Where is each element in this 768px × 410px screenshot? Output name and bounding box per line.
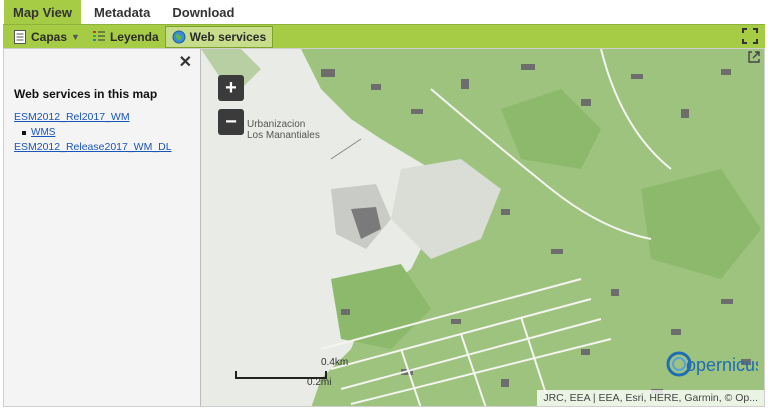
layers-icon — [13, 29, 27, 44]
copernicus-logo-text: opernicus — [686, 355, 758, 375]
main-tabs: Map View Metadata Download — [0, 0, 768, 24]
service-link-release2017-wm-dl[interactable]: ESM2012_Release2017_WM_DL — [14, 141, 172, 153]
web-services-panel: ✕ Web services in this map ESM2012_Rel20… — [3, 48, 201, 407]
attribution-text[interactable]: JRC, EEA | EEA, Esri, HERE, Garmin, © Op… — [543, 392, 758, 404]
list-item: WMS — [22, 127, 55, 138]
wms-link[interactable]: WMS — [31, 127, 55, 138]
zoom-in-button[interactable]: + — [218, 75, 244, 101]
layers-button[interactable]: Capas ▼ — [7, 26, 86, 48]
fullscreen-icon[interactable] — [741, 27, 759, 45]
chevron-down-icon: ▼ — [71, 31, 80, 42]
panel-title: Web services in this map — [14, 87, 158, 101]
tab-download[interactable]: Download — [163, 0, 243, 24]
copernicus-logo: opernicus — [666, 347, 764, 381]
map-toolbar: Capas ▼ Leyenda Web services — [3, 24, 765, 48]
close-icon[interactable]: ✕ — [179, 52, 192, 72]
globe-icon — [172, 30, 186, 44]
bullet-icon — [22, 130, 26, 135]
place-label: Urbanizacion Los Manantiales — [247, 119, 320, 141]
popout-icon[interactable] — [748, 51, 760, 63]
place-label-line1: Urbanizacion — [247, 119, 306, 130]
legend-button[interactable]: Leyenda — [86, 26, 165, 48]
copernicus-logo-mark: opernicus — [666, 351, 764, 377]
tab-metadata[interactable]: Metadata — [85, 0, 159, 24]
map-canvas[interactable]: + − Urbanizacion Los Manantiales 0.4km 0… — [201, 48, 765, 407]
layers-label: Capas — [31, 29, 68, 44]
service-link-rel2017-wm[interactable]: ESM2012_Rel2017_WM — [14, 111, 130, 123]
legend-label: Leyenda — [109, 29, 159, 44]
scale-mi-label: 0.2mi — [307, 377, 332, 388]
place-label-line2: Los Manantiales — [247, 130, 320, 141]
legend-icon — [92, 30, 106, 44]
zoom-out-button[interactable]: − — [218, 109, 244, 135]
scale-km-label: 0.4km — [321, 357, 349, 368]
attribution-bar: JRC, EEA | EEA, Esri, HERE, Garmin, © Op… — [537, 390, 764, 406]
tab-map-view[interactable]: Map View — [4, 0, 82, 24]
web-services-label: Web services — [189, 29, 267, 44]
web-services-button[interactable]: Web services — [164, 25, 274, 48]
